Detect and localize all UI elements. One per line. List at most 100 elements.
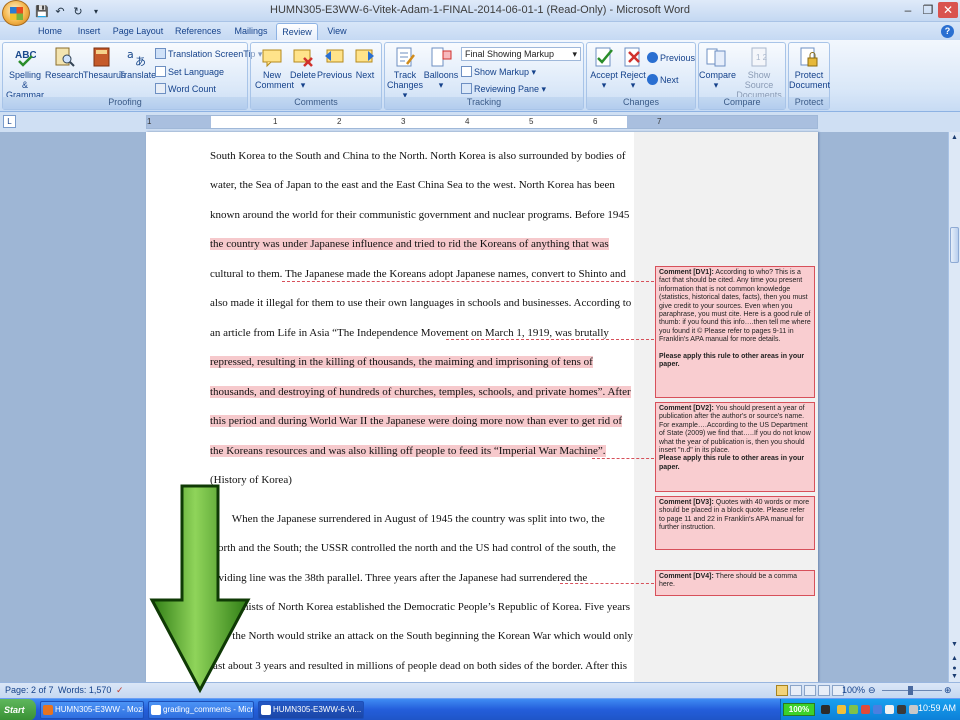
office-button[interactable] [2, 0, 30, 26]
comment-balloon[interactable]: Comment [DV4]: There should be a comma h… [655, 570, 815, 596]
ruler-left-margin[interactable] [147, 116, 211, 128]
network-icon[interactable] [909, 705, 918, 714]
thesaurus-button[interactable]: Thesaurus [83, 46, 126, 80]
close-icon[interactable]: ✕ [938, 2, 958, 18]
research-button[interactable]: Research [45, 46, 84, 80]
previous-comment-button[interactable]: Previous [317, 46, 352, 80]
word-count-button[interactable]: Word Count [155, 82, 216, 96]
text-line-content: the country was under Japanese influence… [210, 238, 609, 250]
zoom-in-icon[interactable]: ⊕ [944, 685, 952, 696]
commented-text-line[interactable]: this period and during World War II the … [210, 415, 623, 427]
tab-mailings[interactable]: Mailings [230, 23, 272, 40]
tab-insert[interactable]: Insert [72, 23, 106, 40]
display-for-review-select[interactable]: Final Showing Markup ▾ [461, 47, 581, 61]
text-line[interactable]: known around the world for their communi… [210, 209, 629, 221]
spelling-grammar-button[interactable]: ABC Spelling & Grammar [5, 46, 45, 100]
commented-text-line[interactable]: thousands, and destroying of hundreds of… [210, 386, 631, 398]
horizontal-ruler[interactable]: 1 1 2 3 4 5 6 7 [146, 115, 818, 129]
tray-icon[interactable] [849, 705, 858, 714]
text-line[interactable]: an article from Life in Asia “The Indepe… [210, 327, 609, 339]
taskbar-item-grading-comments[interactable]: grading_comments - Micr... [148, 701, 254, 719]
page-indicator[interactable]: Page: 2 of 7 [5, 685, 54, 695]
next-change-button[interactable]: Next [647, 73, 679, 87]
taskbar-item-firefox[interactable]: HUMN305-E3WW - Mozil... [40, 701, 144, 719]
help-icon[interactable]: ? [941, 25, 954, 38]
comment-balloon[interactable]: Comment [DV1]: According to who? This is… [655, 266, 815, 398]
protect-document-button[interactable]: Protect Document [789, 46, 831, 90]
reviewing-pane-button[interactable]: Reviewing Pane ▾ [461, 82, 546, 96]
next-page-icon[interactable]: ▼ [950, 672, 959, 682]
text-line[interactable]: later the North would strike an attack o… [210, 630, 633, 642]
tracking-group: Track Changes ▾ Balloons ▾ Final Showing M… [384, 42, 584, 110]
text-line[interactable]: (History of Korea) [210, 474, 292, 486]
zoom-slider-thumb[interactable] [908, 686, 913, 695]
svg-text:a: a [127, 48, 134, 61]
previous-page-icon[interactable]: ▲ [950, 654, 959, 664]
tab-selector-icon[interactable]: L [3, 115, 16, 128]
text-line[interactable]: water, the Sea of Japan to the east and … [210, 179, 615, 191]
commented-text-line[interactable]: the country was under Japanese influence… [210, 238, 609, 250]
text-line[interactable]: North and the South; the USSR controlled… [210, 542, 616, 554]
full-screen-reading-icon[interactable] [790, 685, 802, 696]
tray-icon[interactable] [821, 705, 830, 714]
text-line[interactable]: communists of North Korea established th… [210, 601, 630, 613]
tab-home[interactable]: Home [34, 23, 66, 40]
research-icon [55, 47, 75, 67]
track-changes-button[interactable]: Track Changes ▾ [387, 46, 423, 100]
tab-review[interactable]: Review [276, 23, 318, 40]
document-page[interactable]: South Korea to the South and China to th… [146, 132, 818, 682]
tab-view[interactable]: View [322, 23, 352, 40]
comment-balloon[interactable]: Comment [DV3]: Quotes with 40 words or m… [655, 496, 815, 550]
reject-button[interactable]: Reject ▾ [619, 46, 647, 90]
previous-change-button[interactable]: Previous [647, 51, 695, 65]
scroll-down-icon[interactable]: ▼ [950, 640, 959, 650]
tray-icon[interactable] [873, 705, 882, 714]
tab-references[interactable]: References [172, 23, 224, 40]
delete-comment-button[interactable]: Delete ▾ [289, 46, 317, 90]
tray-icon[interactable] [885, 705, 894, 714]
text-line[interactable]: also made it illegal for them to use the… [210, 297, 631, 309]
word-count-indicator[interactable]: Words: 1,570 [58, 685, 111, 695]
tray-icon[interactable] [837, 705, 846, 714]
zoom-level[interactable]: 100% [842, 685, 865, 695]
set-language-label: Set Language [168, 67, 225, 77]
translate-button[interactable]: aあ Translate [119, 46, 156, 80]
scroll-up-icon[interactable]: ▲ [950, 133, 959, 143]
text-line[interactable]: cultural to them. The Japanese made the … [210, 268, 626, 280]
balloons-button[interactable]: Balloons ▾ [423, 46, 459, 90]
minimize-icon[interactable]: – [898, 2, 918, 18]
next-comment-button[interactable]: Next [351, 46, 379, 80]
print-layout-icon[interactable] [776, 685, 788, 696]
text-line[interactable]: When the Japanese surrendered in August … [210, 513, 605, 525]
text-line[interactable]: last about 3 years and resulted in milli… [210, 660, 627, 672]
restore-icon[interactable]: ❐ [918, 2, 938, 18]
tray-icon[interactable] [861, 705, 870, 714]
comment-balloon[interactable]: Comment [DV2]: You should present a year… [655, 402, 815, 492]
battery-indicator[interactable]: 100% [783, 703, 815, 716]
set-language-button[interactable]: Set Language [155, 65, 224, 79]
word-doc-icon [261, 705, 271, 715]
new-comment-button[interactable]: New Comment [255, 46, 294, 90]
accept-button[interactable]: Accept ▾ [589, 46, 619, 90]
ruler-right-margin[interactable] [627, 116, 817, 128]
start-button[interactable]: Start [0, 699, 36, 720]
web-layout-icon[interactable] [804, 685, 816, 696]
scroll-thumb[interactable] [950, 227, 959, 263]
tab-page-layout[interactable]: Page Layout [112, 23, 164, 40]
vertical-scrollbar[interactable]: ▲ ▼ ▲ ● ▼ [948, 132, 960, 682]
commented-text-line[interactable]: repressed, resulting in the killing of t… [210, 356, 593, 368]
commented-text-line[interactable]: the Koreans resources and was also killi… [210, 445, 606, 457]
show-markup-button[interactable]: Show Markup ▾ [461, 65, 536, 79]
volume-icon[interactable] [897, 705, 906, 714]
translation-screentip-button[interactable]: Translation ScreenTip ▾ [155, 47, 262, 61]
compare-button[interactable]: Compare ▾ [699, 46, 736, 90]
text-line[interactable]: dividing line was the 38th parallel. Thr… [210, 572, 587, 584]
document-label: Document [789, 80, 831, 90]
outline-icon[interactable] [818, 685, 830, 696]
taskbar-item-word-active[interactable]: HUMN305-E3WW-6-Vi... [258, 701, 364, 719]
tracking-group-label: Tracking [385, 97, 583, 109]
proofing-status-icon[interactable]: ✓ [116, 685, 124, 696]
text-line-content: this period and during World War II the … [210, 415, 623, 427]
zoom-out-icon[interactable]: ⊖ [868, 685, 876, 696]
text-line[interactable]: South Korea to the South and China to th… [210, 150, 626, 162]
